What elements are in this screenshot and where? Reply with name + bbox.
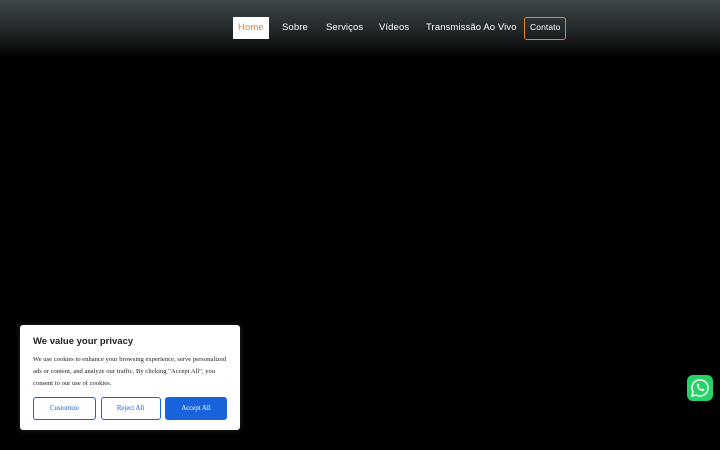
whatsapp-button[interactable]: [687, 375, 713, 401]
cookie-description: We use cookies to enhance your browsing …: [33, 356, 227, 387]
site-header: Home Sobre Serviços Vídeos Transmissão A…: [0, 0, 720, 58]
whatsapp-icon: [690, 379, 709, 398]
cookie-title: We value your privacy: [33, 336, 134, 347]
cookie-consent-banner: We value your privacy We use cookies to …: [20, 325, 240, 430]
reject-all-button[interactable]: Reject All: [100, 397, 161, 420]
cookie-actions: Customize Reject All Accept All: [33, 397, 227, 420]
nav-item-home[interactable]: Home: [233, 17, 269, 39]
main-nav: Home Sobre Serviços Vídeos Transmissão A…: [0, 0, 720, 58]
contato-button[interactable]: Contato: [524, 17, 567, 40]
accept-all-button[interactable]: Accept All: [165, 397, 227, 420]
nav-item-sobre[interactable]: Sobre: [282, 17, 308, 39]
nav-item-videos[interactable]: Vídeos: [379, 17, 409, 39]
nav-item-servicos[interactable]: Serviços: [326, 17, 363, 39]
customize-button[interactable]: Customize: [33, 397, 96, 420]
nav-item-transmissao[interactable]: Transmissão Ao Vivo: [426, 17, 517, 39]
page: Home Sobre Serviços Vídeos Transmissão A…: [0, 0, 720, 450]
